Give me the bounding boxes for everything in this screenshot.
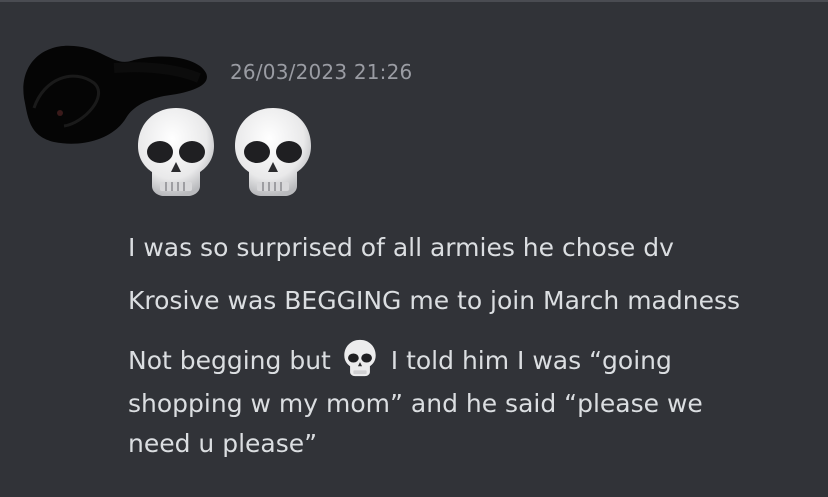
message-text: Not begging but I told him I was “going xyxy=(128,339,672,381)
message-text: need u please” xyxy=(128,429,318,458)
message-text-part: I told him I was “going xyxy=(390,346,672,375)
skull-emoji-icon xyxy=(235,108,311,196)
skull-emoji-icon xyxy=(344,339,376,377)
message-timestamp: 26/03/2023 21:26 xyxy=(230,60,413,84)
message-text: shopping w my mom” and he said “please w… xyxy=(128,389,703,418)
message-text: I was so surprised of all armies he chos… xyxy=(128,233,674,262)
message-text-part: Not begging but xyxy=(128,346,331,375)
top-border xyxy=(0,0,828,2)
message-text: Krosive was BEGGING me to join March mad… xyxy=(128,286,741,315)
skull-emoji-icon xyxy=(138,108,214,196)
